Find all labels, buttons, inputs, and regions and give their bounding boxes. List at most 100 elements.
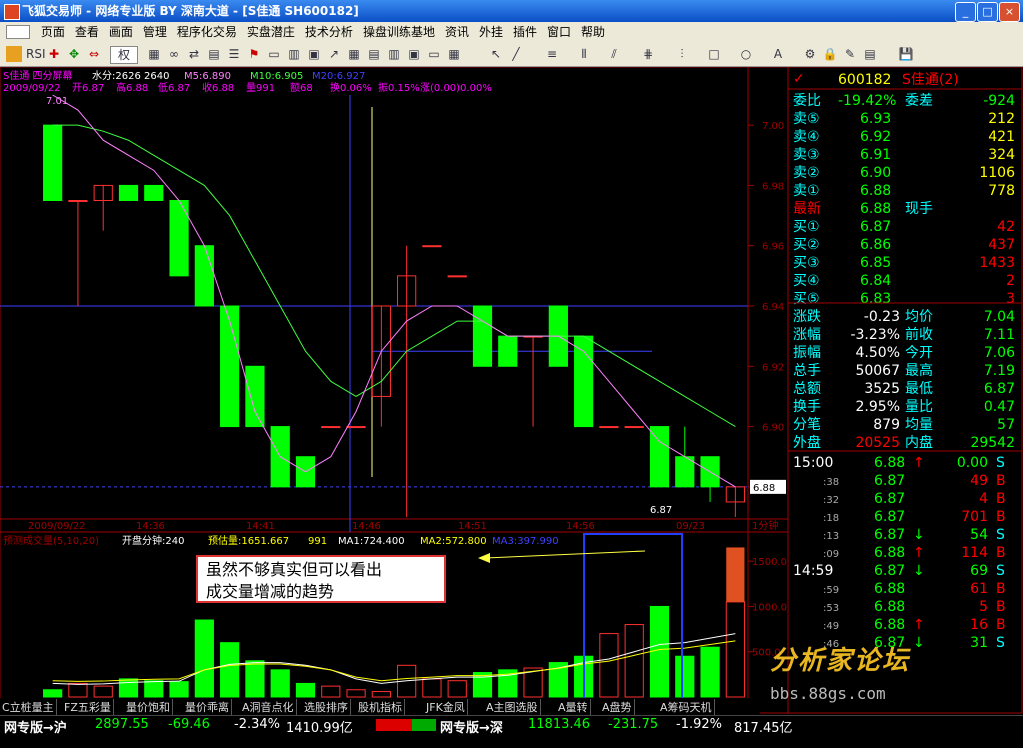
- tick-price: 6.87: [874, 527, 905, 543]
- cross-icon[interactable]: ✚: [46, 46, 62, 62]
- table-icon[interactable]: ▥: [286, 46, 302, 62]
- calc-icon[interactable]: ▦: [146, 46, 162, 62]
- menu-item-2[interactable]: 画面: [104, 22, 138, 42]
- ask-price: 6.93: [860, 111, 891, 127]
- list-icon[interactable]: ☰: [226, 46, 242, 62]
- indicator-tab-3[interactable]: 量价乖离: [183, 699, 232, 715]
- chart-area[interactable]: S佳通 四分屏幕 水分:2626 2640 M5:6.890 M10:6.905 M20…: [0, 67, 1023, 714]
- indicator-tab-7[interactable]: JFK金凤: [424, 699, 468, 715]
- indicator-tab-11[interactable]: A筹码天机: [658, 699, 715, 715]
- menu-item-5[interactable]: 实盘潜庄: [242, 22, 300, 42]
- menu-item-10[interactable]: 插件: [508, 22, 542, 42]
- bid-volume: 437: [988, 237, 1015, 253]
- ask-price: 6.91: [860, 147, 891, 163]
- candle-body: [68, 200, 88, 202]
- tick-arrow: ↑: [913, 545, 925, 561]
- indicator-tab-8[interactable]: A主图选股: [484, 699, 541, 715]
- save-icon[interactable]: 💾: [898, 46, 914, 62]
- vline-tool-icon[interactable]: ⦀: [576, 46, 592, 62]
- hline-tool-icon[interactable]: ≡: [544, 46, 560, 62]
- minimize-button[interactable]: _: [955, 2, 976, 22]
- indicator-tab-10[interactable]: A盘势: [600, 699, 635, 715]
- indicator-tab-9[interactable]: A量转: [556, 699, 591, 715]
- stat-value: 50067: [855, 363, 900, 379]
- pointer-icon[interactable]: ↖: [488, 46, 504, 62]
- annotation-box: 虽然不够真实但可以看出 成交量增减的趋势: [196, 555, 446, 603]
- layout3-icon[interactable]: ▥: [386, 46, 402, 62]
- arrow-icon[interactable]: ⇔: [86, 46, 102, 62]
- rsi-icon[interactable]: RSI: [26, 46, 46, 62]
- grid-icon[interactable]: ▤: [206, 46, 222, 62]
- time-label: 14:36: [136, 521, 165, 532]
- estimated-volume: 预估量:1651.667: [208, 534, 289, 547]
- candle-body: [321, 426, 341, 429]
- tick-price: 6.87: [874, 491, 905, 507]
- move-icon[interactable]: ✥: [66, 46, 82, 62]
- fan-tool-icon[interactable]: ⫶: [674, 46, 690, 62]
- menu-item-3[interactable]: 管理: [138, 22, 172, 42]
- sz-index-label[interactable]: 网专版→深: [440, 717, 503, 736]
- layout4-icon[interactable]: ▣: [406, 46, 422, 62]
- ohlc-turn: 换0.06%: [330, 81, 372, 94]
- layout-icon[interactable]: ▦: [346, 46, 362, 62]
- menu-item-0[interactable]: 页面: [36, 22, 70, 42]
- menu-item-4[interactable]: 程序化交易: [172, 22, 242, 42]
- stat-label-2: 均价: [905, 309, 933, 325]
- vol-ma2: MA2:572.800: [420, 536, 487, 547]
- menu-item-1[interactable]: 查看: [70, 22, 104, 42]
- lock-icon[interactable]: 🔒: [822, 46, 838, 62]
- volume-bar: [700, 646, 720, 698]
- settings-icon[interactable]: ⚙: [802, 46, 818, 62]
- volume-value: 991: [308, 536, 327, 547]
- sz-index-pct: -1.92%: [676, 717, 722, 732]
- maximize-button[interactable]: □: [977, 2, 998, 22]
- menu-item-11[interactable]: 窗口: [542, 22, 576, 42]
- indicator-tab-0[interactable]: C立桩量主: [0, 699, 57, 715]
- chart-line-icon[interactable]: ↗: [326, 46, 342, 62]
- menu-item-7[interactable]: 操盘训练基地: [358, 22, 440, 42]
- volume-bar: [447, 680, 467, 698]
- ellipse-tool-icon[interactable]: ○: [738, 46, 754, 62]
- indicator-tab-4[interactable]: A洞音点化: [240, 699, 297, 715]
- fib-tool-icon[interactable]: ⋕: [640, 46, 656, 62]
- monitor-icon[interactable]: ▣: [306, 46, 322, 62]
- layout6-icon[interactable]: ▦: [446, 46, 462, 62]
- indicator-tab-1[interactable]: FZ五彩量: [62, 699, 114, 715]
- stat-value-2: 7.04: [984, 309, 1015, 325]
- indicator-tab-2[interactable]: 量价饱和: [124, 699, 173, 715]
- layout5-icon[interactable]: ▭: [426, 46, 442, 62]
- erase-icon[interactable]: ✎: [842, 46, 858, 62]
- swap-icon[interactable]: ⇄: [186, 46, 202, 62]
- menu-item-6[interactable]: 技术分析: [300, 22, 358, 42]
- weibi-value: -19.42%: [838, 93, 896, 109]
- menu-item-9[interactable]: 外挂: [474, 22, 508, 42]
- volume-bar: [599, 633, 619, 698]
- tick-volume: 5: [979, 599, 988, 615]
- menu-item-12[interactable]: 帮助: [576, 22, 610, 42]
- color-icon[interactable]: ▤: [862, 46, 878, 62]
- weight-select[interactable]: 权: [110, 46, 138, 64]
- close-button[interactable]: ×: [999, 2, 1020, 22]
- candle-body: [194, 245, 214, 307]
- volume-bar: [118, 678, 139, 698]
- flag-icon[interactable]: ⚑: [246, 46, 262, 62]
- text-tool-icon[interactable]: A: [770, 46, 786, 62]
- ma5-text: M5:6.890: [184, 71, 231, 82]
- window-icon[interactable]: ▭: [266, 46, 282, 62]
- weicha-value: -924: [983, 93, 1015, 109]
- candle-body: [118, 184, 139, 202]
- line-tool-icon[interactable]: ╱: [508, 46, 524, 62]
- price-tick-label: 6.94: [762, 302, 784, 313]
- indicator-tab-6[interactable]: 股机指标: [356, 699, 405, 715]
- chart-icon[interactable]: [6, 25, 30, 39]
- bid-volume: 1433: [979, 255, 1015, 271]
- glasses-icon[interactable]: ∞: [166, 46, 182, 62]
- indicator-tab-5[interactable]: 选股排序: [302, 699, 351, 715]
- bid-label: 买④: [793, 273, 820, 289]
- open-icon[interactable]: [6, 46, 22, 62]
- menu-item-8[interactable]: 资讯: [440, 22, 474, 42]
- sh-index-label[interactable]: 网专版→沪: [4, 717, 67, 736]
- channel-tool-icon[interactable]: ⫽: [606, 46, 622, 62]
- rect-tool-icon[interactable]: □: [706, 46, 722, 62]
- layout2-icon[interactable]: ▤: [366, 46, 382, 62]
